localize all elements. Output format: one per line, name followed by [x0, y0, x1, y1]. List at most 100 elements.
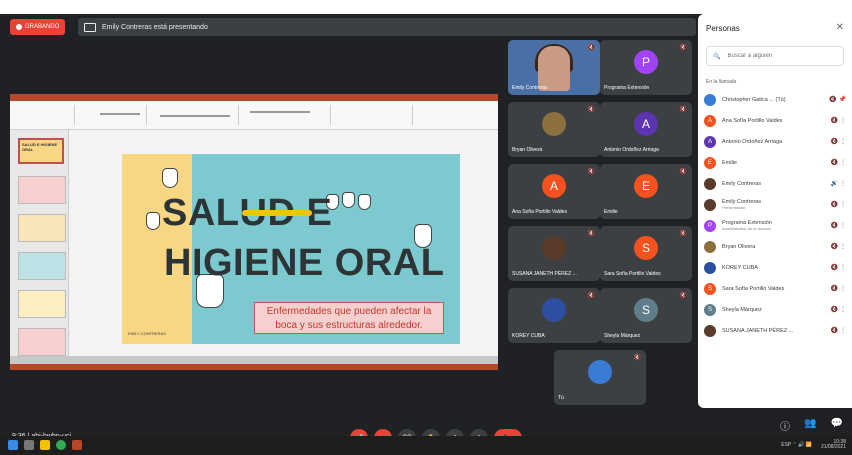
participant-tile[interactable]: P 🔇 Programa Extensión	[600, 40, 692, 95]
avatar	[704, 261, 716, 274]
powerpoint-icon[interactable]	[72, 440, 82, 450]
system-tray: ESP ⌃ 🔊 📶	[781, 442, 812, 448]
participant-actions[interactable]: 🔇 ⋮	[831, 201, 846, 208]
participant-tile[interactable]: 🔇 Tú	[554, 350, 646, 405]
slide-title-line2: HIGIENE ORAL	[164, 242, 445, 284]
avatar: A	[704, 114, 716, 127]
chrome-icon[interactable]	[56, 440, 66, 450]
search-taskbar-icon[interactable]	[24, 440, 34, 450]
participant-name: Bryan Olivera	[722, 243, 756, 250]
slide-thumb-4[interactable]	[18, 252, 66, 280]
ribbon-group-paragraph	[240, 105, 331, 125]
people-list: Christopher Gatica ... (Tú) 🔇 📌 A Ana Sofía…	[704, 89, 850, 341]
participant-actions[interactable]: 🔇 ⋮	[831, 327, 846, 334]
slide-thumb-3[interactable]	[18, 214, 66, 242]
mic-off-icon: 🔇	[587, 169, 595, 175]
search-input[interactable]	[725, 52, 830, 60]
participant-row[interactable]: Bryan Olivera 🔇 ⋮	[704, 236, 850, 257]
participant-name: Sheyla Márquez	[722, 306, 762, 313]
search-field[interactable]: 🔍	[706, 46, 844, 66]
slide-author: EMILY CONTRERAS	[128, 331, 166, 336]
avatar	[542, 236, 566, 260]
avatar	[704, 177, 716, 190]
participant-name: Antonio Ordoñez Arriaga	[604, 147, 659, 153]
participant-tile[interactable]: S 🔇 Sara Sofía Portillo Valdes	[600, 226, 692, 281]
participant-row[interactable]: Emily Contreras 🔊 ⋮	[704, 173, 850, 194]
participant-row[interactable]: KOREY CUBA 🔇 ⋮	[704, 257, 850, 278]
participant-actions[interactable]: 🔇 ⋮	[831, 285, 846, 292]
participant-tile[interactable]: E 🔇 Emilie	[600, 164, 692, 219]
participant-name: Antonio Ordoñez Arriaga	[722, 138, 783, 145]
participant-tile[interactable]: 🔇 Emily Contreras	[508, 40, 600, 95]
info-icon[interactable]: ⓘ	[780, 418, 790, 433]
chat-icon[interactable]: 💬	[830, 418, 842, 433]
participant-actions[interactable]: 🔇 ⋮	[831, 306, 846, 313]
participant-row[interactable]: S Sara Sofía Portillo Valdes 🔇 ⋮	[704, 278, 850, 299]
shared-screen: SALUD E HIGIENE ORAL SALUD E HIGIENE ORA…	[10, 94, 498, 370]
participant-tile[interactable]: A 🔇 Ana Sofía Portillo Valdes	[508, 164, 600, 219]
participant-name: Emily Contreras	[722, 180, 762, 187]
slide-thumb-2[interactable]	[18, 176, 66, 204]
slide-thumb-5[interactable]	[18, 290, 66, 318]
tooth-icon	[342, 192, 355, 208]
participant-actions[interactable]: 🔊 ⋮	[831, 180, 846, 187]
participant-tile[interactable]: 🔇 Bryan Olivera	[508, 102, 600, 157]
ribbon-group-clipboard	[14, 105, 75, 125]
participant-name: Ana Sofía Portillo Valdes	[722, 117, 783, 124]
mic-off-icon: 🔇	[587, 45, 595, 51]
participant-name: Emily Contreras	[512, 85, 548, 91]
participant-row[interactable]: SUSANA JANETH PÉREZ ... 🔇 ⋮	[704, 320, 850, 341]
participant-row[interactable]: A Antonio Ordoñez Arriaga 🔇 ⋮	[704, 131, 850, 152]
avatar: A	[704, 135, 716, 148]
participant-actions[interactable]: 🔇 📌	[829, 96, 846, 103]
mic-off-icon: 🔇	[633, 355, 641, 361]
participant-name: SUSANA JANETH PÉREZ ...	[722, 327, 794, 334]
participant-name: Emily Contreras Presentación	[722, 199, 831, 211]
participant-tile[interactable]: 🔇 KOREY CUBA	[508, 288, 600, 343]
file-explorer-icon[interactable]	[40, 440, 50, 450]
slide-thumb-6[interactable]	[18, 328, 66, 356]
ppt-status-bar	[10, 356, 498, 364]
participant-row[interactable]: Emily Contreras Presentación 🔇 ⋮	[704, 194, 850, 215]
participant-actions[interactable]: 🔇 ⋮	[831, 243, 846, 250]
windows-taskbar: ESP ⌃ 🔊 📶 10:38 21/08/2021	[0, 436, 852, 455]
participant-name: Christopher Gatica ... (Tú)	[722, 96, 786, 103]
participant-tile[interactable]: S 🔇 Sheyla Márquez	[600, 288, 692, 343]
participant-actions[interactable]: 🔇 ⋮	[831, 159, 846, 166]
tooth-icon	[358, 194, 371, 210]
avatar	[704, 240, 716, 253]
avatar	[704, 93, 716, 106]
slide-subtitle: Enfermedades que pueden afectar la boca …	[254, 302, 444, 334]
browser-top-bar	[0, 0, 852, 14]
participant-name: KOREY CUBA	[722, 264, 758, 271]
tooth-icon	[146, 212, 160, 230]
participant-row[interactable]: P Programa Extensión Administrador de la r…	[704, 215, 850, 236]
slide-thumb-1[interactable]: SALUD E HIGIENE ORAL	[18, 138, 64, 164]
avatar: A	[634, 112, 658, 136]
participant-actions[interactable]: 🔇 ⋮	[831, 264, 846, 271]
meet-stage: GRABANDO Emily Contreras está presentand…	[0, 14, 700, 447]
participant-tile[interactable]: A 🔇 Antonio Ordoñez Arriaga	[600, 102, 692, 157]
participant-tile[interactable]: 🔇 SUSANA JANETH PÉREZ ...	[508, 226, 600, 281]
participant-name: Bryan Olivera	[512, 147, 543, 153]
panel-title: Personas	[706, 24, 740, 33]
mic-off-icon: 🔇	[587, 293, 595, 299]
windows-start-icon[interactable]	[8, 440, 18, 450]
avatar: S	[634, 236, 658, 260]
presenting-text: Emily Contreras está presentando	[102, 23, 208, 31]
participant-actions[interactable]: 🔇 ⋮	[831, 138, 846, 145]
mic-off-icon: 🔇	[679, 293, 687, 299]
close-icon[interactable]: ✕	[836, 22, 844, 33]
people-icon[interactable]: 👥	[804, 418, 816, 433]
participant-row[interactable]: A Ana Sofía Portillo Valdes 🔇 ⋮	[704, 110, 850, 131]
participant-row[interactable]: S Sheyla Márquez 🔇 ⋮	[704, 299, 850, 320]
participant-row[interactable]: E Emilie 🔇 ⋮	[704, 152, 850, 173]
participant-name: Emilie	[722, 159, 737, 166]
participant-actions[interactable]: 🔇 ⋮	[831, 222, 846, 229]
toothbrush-icon	[242, 210, 312, 216]
mic-off-icon: 🔇	[679, 45, 687, 51]
participant-actions[interactable]: 🔇 ⋮	[831, 117, 846, 124]
avatar: P	[704, 219, 716, 232]
participant-row[interactable]: Christopher Gatica ... (Tú) 🔇 📌	[704, 89, 850, 110]
recording-badge: GRABANDO	[10, 19, 66, 35]
